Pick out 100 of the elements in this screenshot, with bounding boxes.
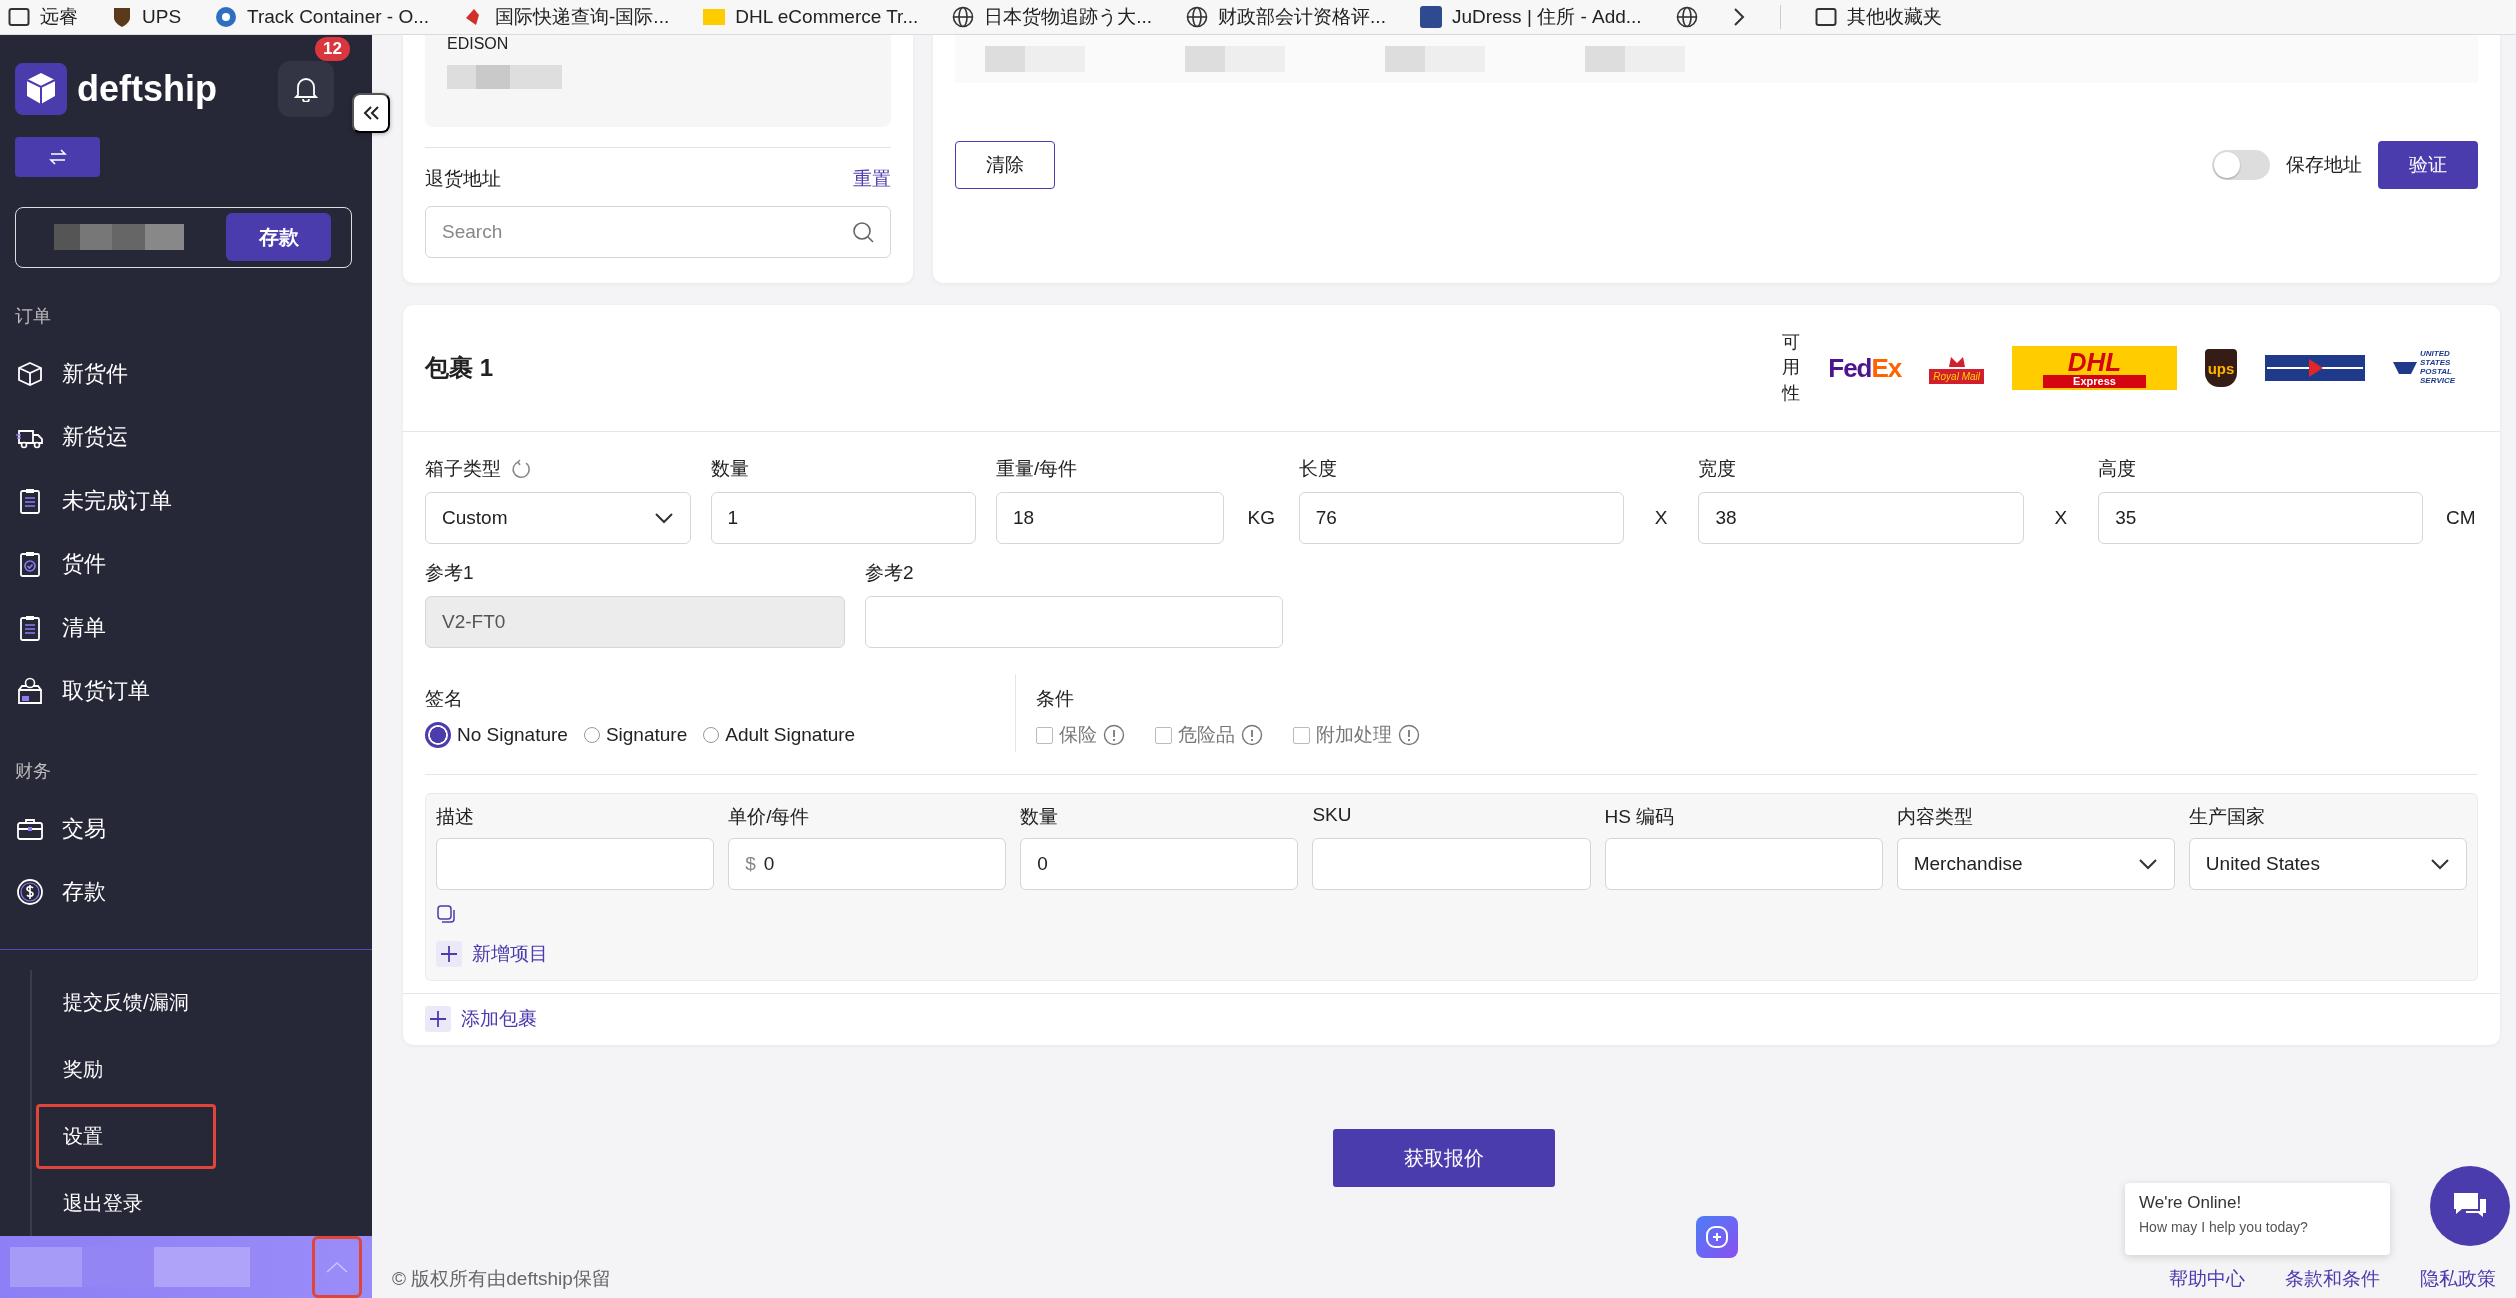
field-label: 参考1 (425, 561, 475, 585)
carrier-logo: FedEx (1828, 352, 1902, 384)
chevron-down-icon (2137, 858, 2158, 870)
bookmark[interactable]: 远睿 (8, 4, 78, 30)
folder-icon (703, 9, 726, 25)
folder-icon (1814, 7, 1837, 27)
package-icon (16, 677, 44, 706)
search-icon (852, 221, 874, 243)
input-field[interactable]: 76 (1298, 492, 1624, 544)
nav-item[interactable]: 新货件 (0, 341, 372, 406)
toggle-label: 保存地址 (2286, 153, 2362, 177)
select-field[interactable]: United States (2188, 838, 2467, 890)
notification-button[interactable] (278, 61, 334, 117)
bookmark[interactable]: DHL eCommerce Tr... (703, 6, 919, 28)
bookmark[interactable]: Track Container - O... (215, 6, 430, 28)
swap-icon (48, 148, 67, 165)
add-package-button[interactable]: 添加包裹 (425, 1006, 537, 1032)
reset-link[interactable]: 重置 (853, 166, 891, 192)
package-title: 包裹 1 (425, 353, 493, 383)
input-field[interactable]: 18 (996, 492, 1225, 544)
folder-icon (8, 7, 30, 27)
chevron-icon[interactable] (1731, 7, 1746, 27)
switch-button[interactable] (15, 137, 100, 177)
radio-button[interactable] (425, 722, 451, 748)
add-item-button[interactable]: 新增项目 (436, 941, 548, 967)
input-field[interactable]: 38 (1698, 492, 2024, 544)
deposit-button[interactable]: 存款 (226, 213, 331, 262)
footer-link[interactable]: 条款和条件 (2285, 1266, 2380, 1292)
sender-name: EDISON (447, 35, 510, 53)
refresh-icon[interactable] (511, 459, 531, 479)
carrier-logo: UNITED STATES POSTAL SERVICE (2393, 350, 2478, 386)
input-field[interactable]: 1 (710, 492, 977, 544)
bookmark[interactable]: JuDress | 住所 - Add... (1419, 4, 1642, 30)
field-label: 参考2 (865, 561, 915, 585)
nav-item[interactable]: 取货订单 (0, 659, 372, 723)
shield-icon (112, 6, 132, 28)
logo-icon (15, 63, 67, 115)
chat-title: We're Online! (2139, 1193, 2243, 1213)
field-label: 箱子类型 (425, 457, 501, 481)
globe-icon (952, 6, 975, 28)
checkbox-option[interactable]: 附加处理 (1293, 722, 1420, 748)
input-field[interactable] (1312, 838, 1591, 890)
chat-subtitle: How may I help you today? (2139, 1219, 2309, 1235)
bookmark[interactable]: UPS (112, 6, 182, 28)
expand-button[interactable] (312, 1236, 362, 1298)
nav-item[interactable]: 未完成订单 (0, 468, 372, 533)
info-icon (1103, 724, 1125, 746)
field-label: 签名 (425, 687, 464, 711)
nav-item[interactable]: 新货运 (0, 405, 372, 469)
chevron-down-icon (2430, 858, 2450, 870)
checkbox[interactable] (1293, 726, 1310, 744)
carrier-logo: ups (2205, 349, 2237, 387)
select-field[interactable]: Merchandise (1896, 838, 2175, 890)
input-field[interactable] (436, 838, 715, 890)
input-field[interactable]: $ 0 (728, 838, 1007, 890)
checkbox[interactable] (1155, 726, 1172, 744)
input-field[interactable]: 35 (2098, 492, 2424, 544)
menu-item[interactable]: 奖励 (36, 1037, 216, 1102)
input-field[interactable] (1604, 838, 1883, 890)
app-icon[interactable] (1696, 1216, 1738, 1258)
bookmark[interactable]: 国际快递查询-国际... (463, 4, 670, 30)
checkbox-option[interactable]: 保险 (1036, 722, 1125, 748)
chevron-up-icon (326, 1261, 348, 1273)
unit-label: CM (2444, 506, 2477, 530)
nav-item[interactable]: 清单 (0, 595, 372, 660)
footer-link[interactable]: 隐私政策 (2420, 1266, 2496, 1292)
plus-icon (440, 945, 458, 963)
input-field[interactable] (865, 596, 1283, 648)
select-field[interactable]: Custom (425, 492, 691, 544)
field-label: 生产国家 (2188, 805, 2266, 829)
radio-option[interactable]: No Signature (425, 722, 568, 748)
footer-link[interactable]: 帮助中心 (2169, 1266, 2245, 1292)
plus-icon (429, 1010, 447, 1028)
unit-label: KG (1246, 506, 1277, 530)
nav-item[interactable]: 交易 (0, 796, 372, 861)
bookmark[interactable]: 其他收藏夹 (1814, 4, 1942, 30)
menu-item[interactable]: 退出登录 (36, 1171, 216, 1236)
get-quote-button[interactable]: 获取报价 (1333, 1129, 1555, 1187)
collapse-button[interactable] (352, 93, 390, 133)
availability-label: 可用性 (1782, 331, 1801, 405)
radio-option[interactable]: Adult Signature (703, 724, 856, 746)
search-field[interactable]: Search (425, 206, 891, 258)
verify-button[interactable]: 验证 (2378, 141, 2478, 189)
menu-item[interactable]: 设置 (36, 1104, 216, 1169)
nav-item[interactable]: 存款 (0, 860, 372, 924)
copy-icon[interactable] (436, 904, 456, 924)
clear-button[interactable]: 清除 (955, 141, 1055, 189)
toggle-switch[interactable] (2212, 150, 2270, 180)
checkbox[interactable] (1036, 726, 1053, 744)
section-title: 订单 (15, 304, 52, 328)
brand-name: deftship (77, 68, 217, 110)
input-field[interactable]: 0 (1020, 838, 1299, 890)
checkbox-option[interactable]: 危险品 (1155, 722, 1263, 748)
nav-item[interactable]: 货件 (0, 532, 372, 596)
menu-item[interactable]: 提交反馈/漏洞 (36, 970, 216, 1035)
radio-option[interactable]: Signature (583, 724, 688, 746)
field-label: 高度 (2098, 457, 2138, 481)
bell-icon (294, 76, 318, 102)
bookmark[interactable]: 日本货物追跡う大... (952, 4, 1153, 30)
bookmark[interactable]: 财政部会计资格评... (1186, 4, 1386, 30)
